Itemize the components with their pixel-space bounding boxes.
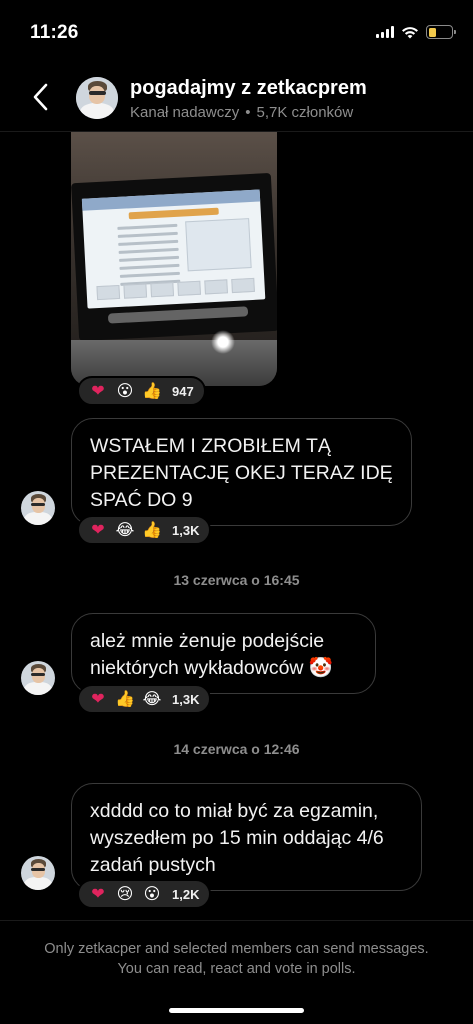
status-bar: 11:26 (0, 0, 473, 62)
astonished-emoji-icon: 😮 (143, 884, 161, 903)
reaction-count: 1,2K (172, 886, 200, 902)
heart-emoji-icon: ❤ (91, 520, 105, 539)
cellular-signal-icon (376, 26, 394, 38)
status-time: 11:26 (30, 22, 79, 43)
date-separator: 13 czerwca o 16:45 (173, 572, 300, 588)
message-text: ależ mnie żenuje podejście niektórych wy… (90, 630, 334, 679)
message-reactions[interactable]: ❤ 👍 😂 1,3K (77, 684, 212, 714)
joy-emoji-icon: 😂 (115, 520, 135, 539)
channel-subtitle: Kanał nadawczy • 5,7K członków (130, 104, 353, 121)
message-reactions[interactable]: ❤ 😂 👍 1,3K (77, 515, 212, 545)
channel-header: pogadajmy z zetkacprem Kanał nadawczy • 5,… (0, 62, 473, 132)
heart-emoji-icon: ❤ (91, 689, 105, 708)
reaction-count: 1,3K (172, 522, 200, 538)
chevron-left-icon (33, 83, 48, 111)
sender-avatar[interactable] (21, 661, 55, 695)
reaction-count: 947 (172, 383, 194, 399)
footer-notice: Only zetkacper and selected members can … (0, 939, 473, 979)
heart-emoji-icon: ❤ (91, 381, 105, 400)
subtitle-separator: • (245, 104, 251, 121)
thumbs-up-emoji-icon: 👍 (115, 689, 135, 708)
crying-emoji-icon: 😢 (116, 884, 134, 903)
reaction-count: 1,3K (172, 691, 200, 707)
joy-emoji-icon: 😂 (142, 689, 162, 708)
message-text: WSTAŁEM I ZROBIŁEM TĄ PREZENTACJĘ OKEJ T… (90, 435, 393, 511)
sender-avatar[interactable] (21, 856, 55, 890)
footer-line-2: You can read, react and vote in polls. (117, 961, 356, 977)
date-separator: 14 czerwca o 12:46 (173, 741, 300, 757)
message-bubble[interactable]: ależ mnie żenuje podejście niektórych wy… (71, 613, 376, 694)
message-bubble[interactable]: WSTAŁEM I ZROBIŁEM TĄ PREZENTACJĘ OKEJ T… (71, 418, 412, 526)
thumbs-up-emoji-icon: 👍 (142, 520, 162, 539)
channel-avatar[interactable] (76, 77, 118, 119)
battery-icon (426, 25, 456, 39)
heart-emoji-icon: ❤ (91, 884, 105, 903)
battery-level (428, 27, 437, 37)
home-indicator[interactable] (169, 1008, 304, 1013)
channel-title[interactable]: pogadajmy z zetkacprem (130, 77, 367, 100)
status-icons (376, 25, 456, 39)
message-text: xdddd co to miał być za egzamin, wyszedł… (90, 800, 384, 876)
footer-line-1: Only zetkacper and selected members can … (44, 941, 429, 957)
thumbs-up-emoji-icon: 👍 (142, 381, 162, 400)
message-bubble[interactable]: xdddd co to miał być za egzamin, wyszedł… (71, 783, 422, 891)
message-reactions[interactable]: ❤ 😮 👍 947 (77, 376, 206, 406)
sender-avatar[interactable] (21, 491, 55, 525)
message-reactions[interactable]: ❤ 😢 😮 1,2K (77, 879, 212, 909)
channel-kind: Kanał nadawczy (130, 104, 240, 121)
back-button[interactable] (26, 80, 54, 114)
wifi-icon (402, 26, 418, 38)
member-count: 5,7K członków (256, 104, 354, 121)
astonished-emoji-icon: 😮 (116, 381, 134, 400)
image-message[interactable] (71, 132, 277, 386)
photo-laptop-screen (71, 172, 277, 342)
